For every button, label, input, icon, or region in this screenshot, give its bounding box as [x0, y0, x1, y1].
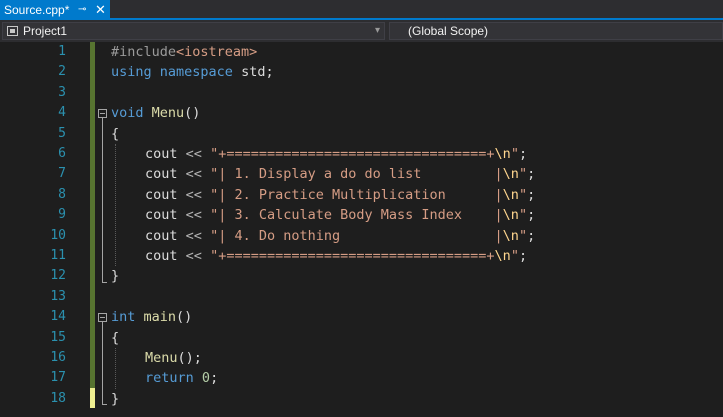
navigation-bar: Project1 ▾ (Global Scope) — [0, 20, 723, 42]
fold-guide — [102, 118, 103, 282]
line-number: 16 — [50, 350, 66, 365]
code-line-17: return 0; — [145, 370, 219, 386]
code-line-16: Menu(); — [145, 350, 202, 366]
line-number: 2 — [58, 64, 66, 79]
scope-label: (Global Scope) — [408, 24, 489, 38]
line-number: 4 — [58, 105, 66, 120]
line-number: 17 — [50, 370, 66, 385]
line-number: 7 — [58, 166, 66, 181]
indent-guide — [115, 348, 117, 389]
line-number: 8 — [58, 187, 66, 202]
close-icon[interactable]: ✕ — [95, 0, 106, 20]
pin-icon[interactable]: ⊸ — [78, 0, 86, 20]
chevron-down-icon[interactable]: ▾ — [375, 23, 380, 39]
code-line-12: } — [111, 268, 120, 284]
code-line-18: } — [111, 391, 120, 407]
indent-guide — [115, 144, 117, 266]
line-number: 6 — [58, 146, 66, 161]
code-line-7: cout << "| 1. Display a do do list |\n"; — [145, 166, 536, 182]
collapse-main-icon[interactable] — [98, 313, 107, 322]
scope-dropdown[interactable]: (Global Scope) — [389, 22, 723, 40]
document-tab-strip: Source.cpp* ⊸ ✕ — [0, 0, 723, 20]
line-number: 13 — [50, 289, 66, 304]
code-line-8: cout << "| 2. Practice Multiplication |\… — [145, 187, 536, 203]
collapse-menu-icon[interactable] — [98, 109, 107, 118]
code-line-2: using namespace std; — [111, 64, 274, 80]
fold-guide-end — [102, 282, 107, 283]
code-line-10: cout << "| 4. Do nothing |\n"; — [145, 228, 536, 244]
line-number: 1 — [58, 44, 66, 59]
tab-title: Source.cpp* — [4, 3, 70, 17]
code-line-6: cout << "+==============================… — [145, 146, 528, 162]
line-number: 18 — [50, 391, 66, 406]
fold-guide-end — [102, 404, 107, 405]
project-dropdown[interactable]: Project1 ▾ — [2, 22, 385, 40]
unsaved-change-marker — [90, 388, 95, 408]
code-line-15: { — [111, 330, 120, 346]
line-number: 3 — [58, 85, 66, 100]
code-line-14: int main() — [111, 309, 193, 325]
code-editor[interactable]: 1 2 3 4 5 6 7 8 9 10 11 12 13 14 15 16 1… — [0, 42, 723, 417]
code-line-9: cout << "| 3. Calculate Body Mass Index … — [145, 207, 536, 223]
code-line-4: void Menu() — [111, 105, 201, 121]
line-number: 14 — [50, 309, 66, 324]
project-label: Project1 — [23, 24, 68, 38]
project-icon — [7, 26, 18, 36]
line-number: 12 — [50, 268, 66, 283]
code-line-11: cout << "+==============================… — [145, 248, 528, 264]
line-number: 5 — [58, 126, 66, 141]
line-number: 11 — [50, 248, 66, 263]
line-number: 15 — [50, 330, 66, 345]
code-line-1: #include<iostream> — [111, 44, 258, 60]
tab-source-cpp[interactable]: Source.cpp* ⊸ ✕ — [0, 0, 110, 20]
code-line-5: { — [111, 126, 120, 142]
change-tracking-bar — [90, 42, 95, 398]
line-number-gutter: 1 2 3 4 5 6 7 8 9 10 11 12 13 14 15 16 1… — [0, 42, 66, 417]
line-number: 10 — [50, 228, 66, 243]
line-number: 9 — [58, 207, 66, 222]
fold-guide — [102, 322, 103, 404]
